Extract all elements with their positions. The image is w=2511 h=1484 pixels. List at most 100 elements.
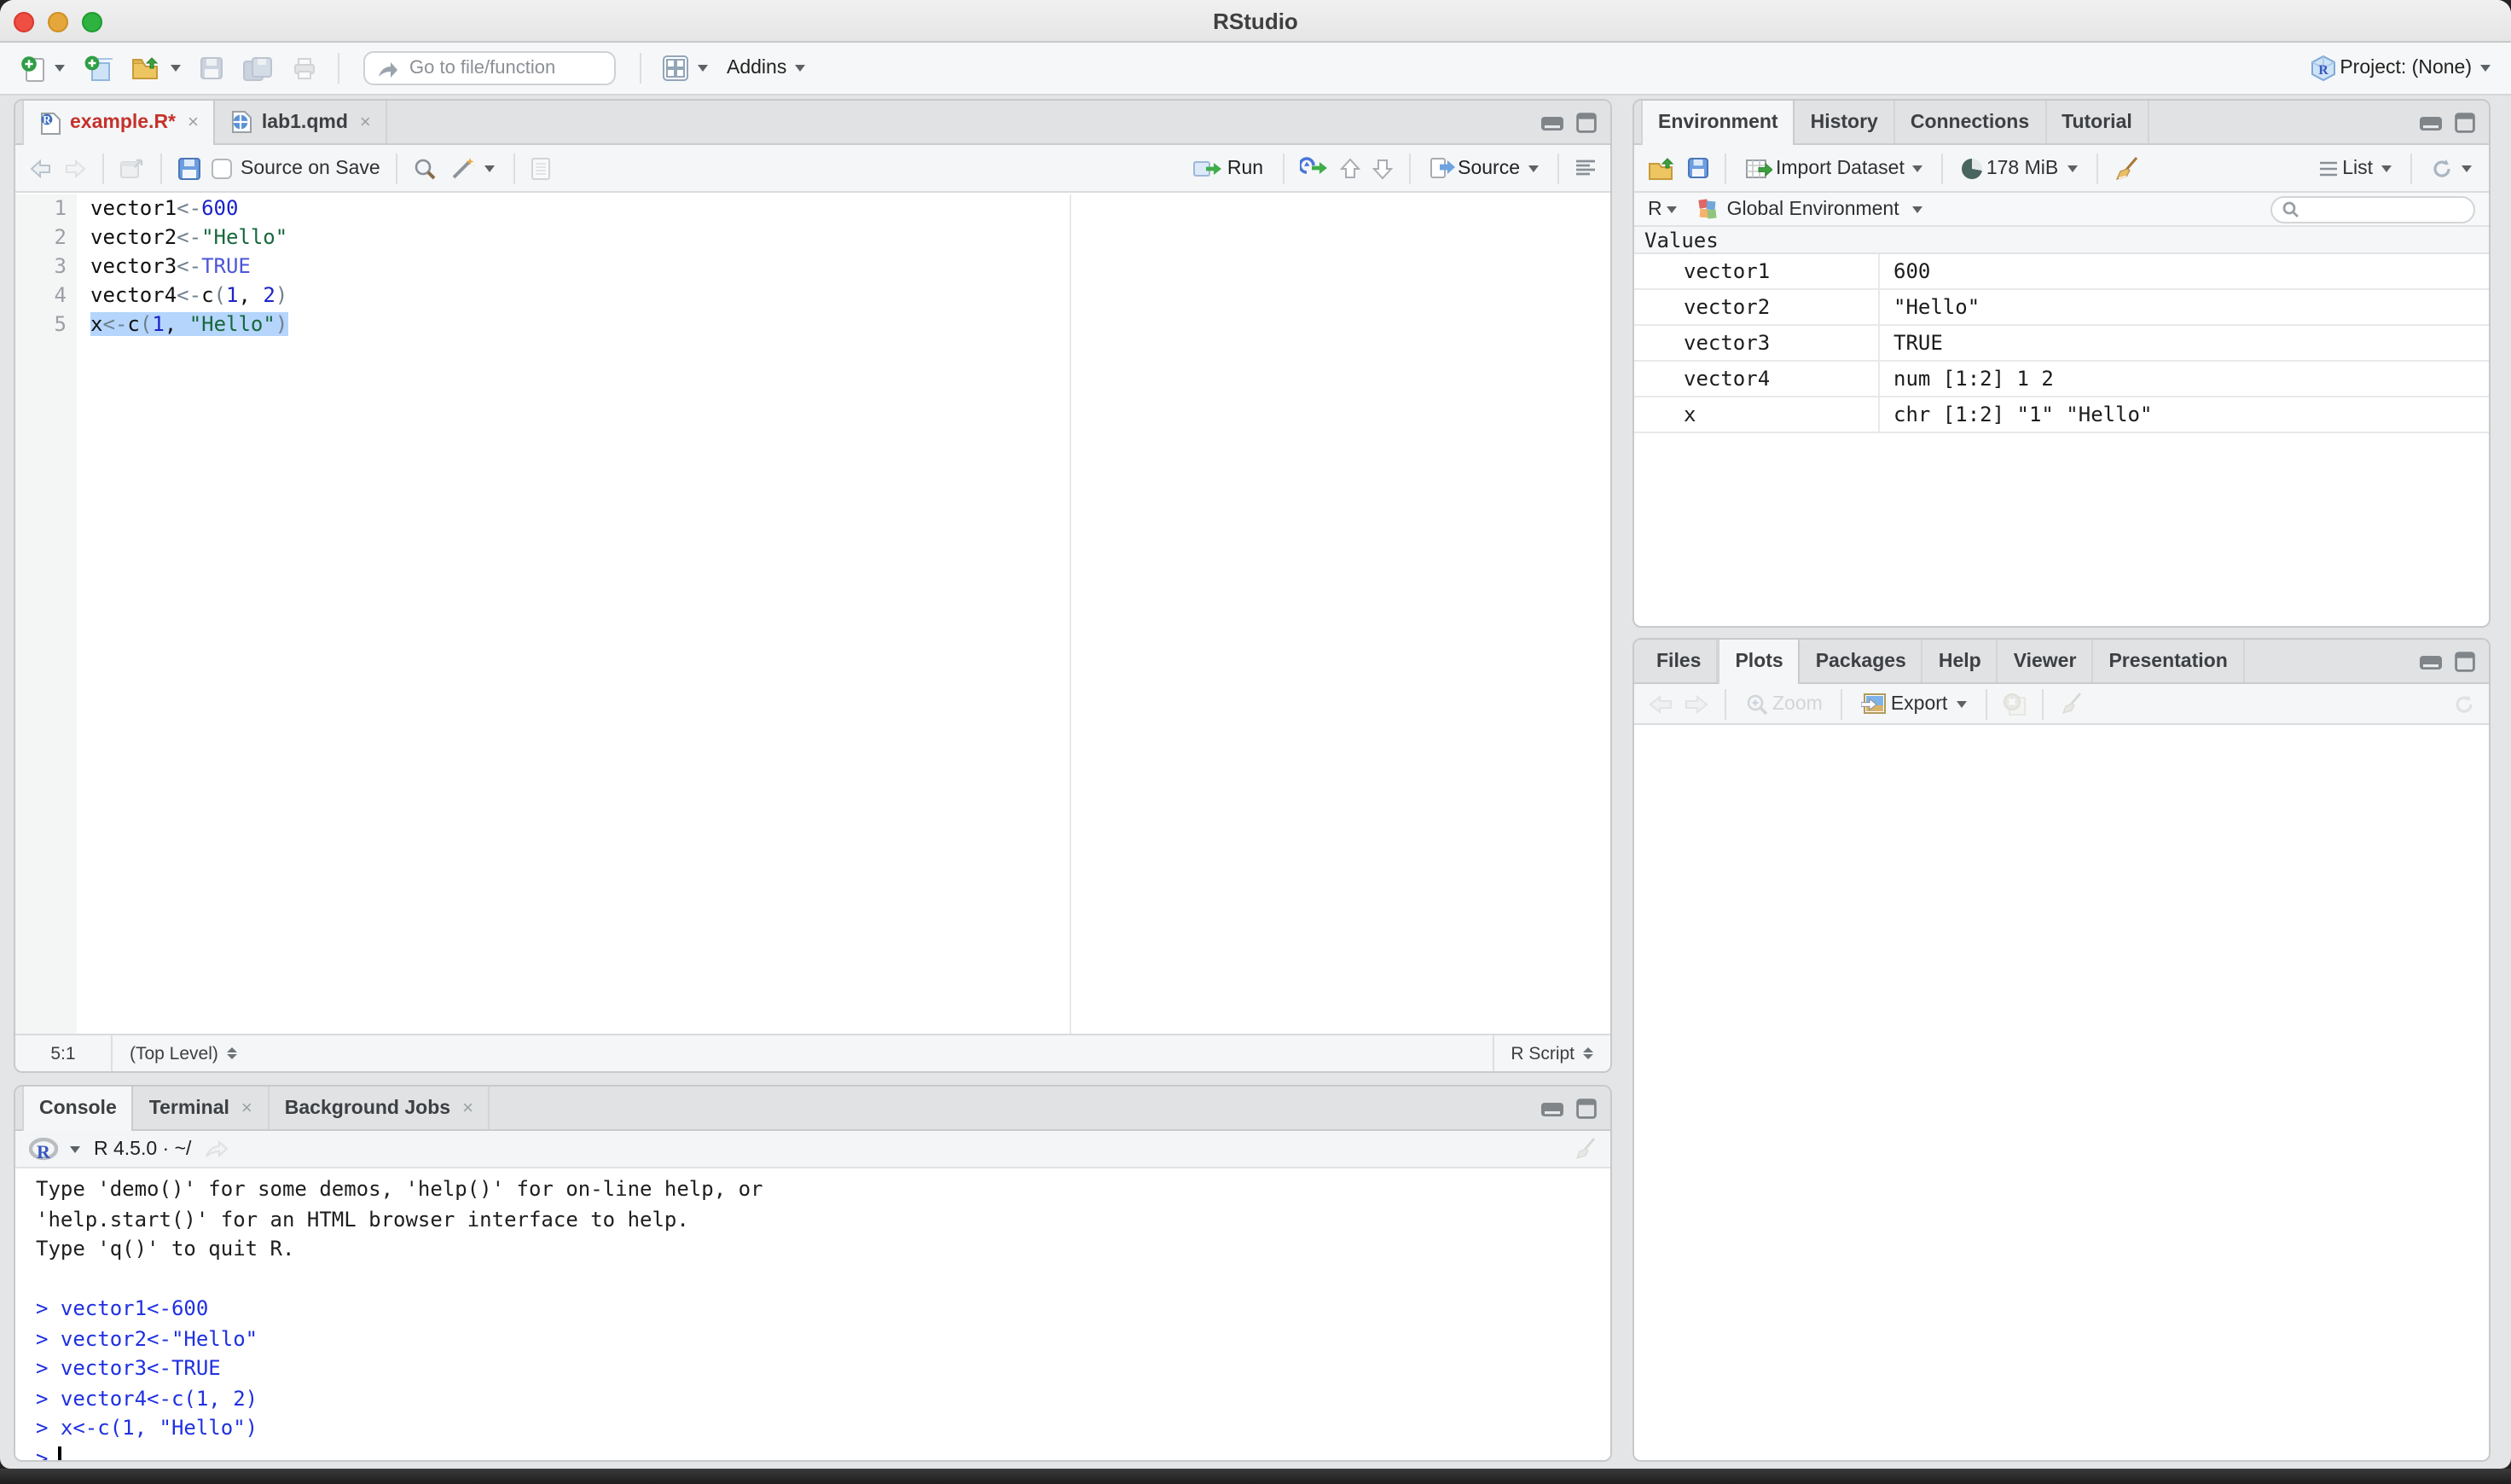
tab-console[interactable]: Console: [22, 1087, 134, 1131]
code-editor[interactable]: 1 2 3 4 5 vector1<-600 vector2<-"Hello" …: [15, 194, 1610, 1034]
environment-toolbar: Import Dataset 178 MiB List: [1634, 145, 2489, 193]
tab-tutorial[interactable]: Tutorial: [2046, 101, 2149, 143]
plots-toolbar: Zoom Export: [1634, 684, 2489, 725]
run-label: Run: [1227, 158, 1263, 178]
goto-file-input[interactable]: [409, 58, 580, 78]
tab-help[interactable]: Help: [1923, 640, 1998, 682]
memory-caret-icon: [2067, 165, 2077, 171]
language-selector[interactable]: R: [1648, 199, 1678, 219]
scope-stepper-icon: [227, 1047, 237, 1060]
tab-files[interactable]: Files: [1641, 640, 1718, 682]
source-caret-icon: [1528, 165, 1539, 171]
environment-variables-table: vector1 600 vector2 "Hello" vector3 TRUE…: [1634, 254, 2489, 433]
document-outline-icon[interactable]: [1574, 159, 1597, 177]
load-workspace-icon[interactable]: [1648, 156, 1677, 180]
open-file-button[interactable]: [128, 52, 184, 84]
r-logo-icon: R: [29, 1137, 58, 1161]
save-icon: [200, 56, 223, 80]
clear-console-broom-icon[interactable]: [1573, 1136, 1597, 1162]
tab-label: History: [1811, 112, 1878, 132]
source-button[interactable]: Source: [1425, 154, 1542, 183]
memory-usage-button[interactable]: 178 MiB: [1959, 154, 2080, 182]
code-tools-button[interactable]: [447, 152, 498, 184]
toolbar-separator: [513, 153, 515, 183]
tab-label: Presentation: [2108, 651, 2227, 671]
source-on-save-control[interactable]: Source on Save: [212, 158, 380, 178]
scope-selector[interactable]: (Top Level): [113, 1043, 237, 1064]
export-plot-button[interactable]: Export: [1859, 689, 1970, 718]
console-body[interactable]: Type 'demo()' for some demos, 'help()' f…: [15, 1170, 1610, 1460]
new-project-button[interactable]: [80, 50, 116, 86]
tab-plots[interactable]: Plots: [1718, 640, 1800, 684]
list-view-caret-icon: [2381, 165, 2392, 171]
back-icon[interactable]: [29, 158, 53, 178]
toolbar-separator: [1841, 688, 1843, 719]
environment-selector[interactable]: Global Environment: [1696, 198, 1923, 220]
tab-example-r[interactable]: R example.R* ×: [22, 101, 216, 145]
rerun-icon[interactable]: [1299, 157, 1328, 179]
memory-usage-label: 178 MiB: [1986, 158, 2058, 178]
maximize-pane-icon[interactable]: [2455, 113, 2475, 133]
code-lines[interactable]: vector1<-600 vector2<-"Hello" vector3<-T…: [77, 194, 1610, 339]
variable-row[interactable]: vector4 num [1:2] 1 2: [1634, 362, 2489, 397]
find-replace-icon[interactable]: [413, 156, 437, 180]
variable-row[interactable]: vector3 TRUE: [1634, 326, 2489, 362]
import-dataset-button[interactable]: Import Dataset: [1742, 153, 1927, 183]
console-prompt-line[interactable]: >: [36, 1444, 1610, 1460]
tab-terminal[interactable]: Terminal ×: [134, 1087, 270, 1129]
run-button[interactable]: Run: [1190, 154, 1267, 182]
variable-row[interactable]: vector1 600: [1634, 254, 2489, 290]
tab-connections[interactable]: Connections: [1895, 101, 2046, 143]
environment-search-input[interactable]: [2306, 199, 2460, 219]
run-icon: [1193, 158, 1224, 178]
tab-label: Files: [1656, 651, 1701, 671]
rstudio-window: RStudio: [0, 0, 2511, 1469]
source-up-icon[interactable]: [1338, 156, 1360, 180]
maximize-pane-icon[interactable]: [1576, 1099, 1597, 1119]
editor-gutter: 1 2 3 4 5: [15, 194, 77, 1034]
file-type-selector[interactable]: R Script: [1493, 1043, 1610, 1064]
addins-button[interactable]: Addins: [723, 55, 809, 82]
plots-tabbar: Files Plots Packages Help Viewer Present…: [1634, 640, 2489, 684]
tab-label: Console: [39, 1099, 117, 1119]
minimize-pane-icon[interactable]: [1540, 115, 1564, 130]
source-down-icon[interactable]: [1371, 156, 1393, 180]
source-on-save-checkbox[interactable]: [212, 158, 232, 178]
save-source-icon[interactable]: [177, 156, 201, 180]
values-section-header: Values: [1634, 227, 2489, 254]
goto-file-box[interactable]: [363, 51, 616, 85]
tab-lab1-qmd[interactable]: lab1.qmd ×: [216, 101, 388, 143]
console-line: > vector2<-"Hello": [36, 1325, 1610, 1354]
maximize-pane-icon[interactable]: [2455, 652, 2475, 672]
environment-search-box[interactable]: [2270, 195, 2475, 223]
clear-environment-broom-icon[interactable]: [2113, 154, 2138, 182]
panes-caret-icon: [698, 65, 708, 72]
close-tab-icon[interactable]: ×: [241, 1098, 252, 1118]
tab-presentation[interactable]: Presentation: [2093, 640, 2244, 682]
close-tab-icon[interactable]: ×: [462, 1098, 473, 1118]
console-line: [36, 1265, 1610, 1295]
minimize-pane-icon[interactable]: [2419, 654, 2443, 670]
tab-viewer[interactable]: Viewer: [1998, 640, 2094, 682]
save-workspace-icon[interactable]: [1687, 157, 1709, 179]
variable-row[interactable]: vector2 "Hello": [1634, 290, 2489, 326]
close-tab-icon[interactable]: ×: [188, 113, 199, 133]
open-in-new-window-icon[interactable]: [119, 157, 145, 179]
new-file-button[interactable]: [17, 50, 68, 86]
maximize-pane-icon[interactable]: [1576, 113, 1597, 133]
close-tab-icon[interactable]: ×: [360, 112, 371, 132]
minimize-pane-icon[interactable]: [1540, 1101, 1564, 1116]
tab-environment[interactable]: Environment: [1641, 101, 1795, 145]
tab-background-jobs[interactable]: Background Jobs ×: [270, 1087, 490, 1129]
project-menu-button[interactable]: R Project: (None): [2305, 50, 2494, 86]
toolbar-separator: [2041, 688, 2043, 719]
refresh-environment-button[interactable]: [2427, 154, 2475, 183]
minimize-pane-icon[interactable]: [2419, 115, 2443, 130]
workspace-panes-button[interactable]: [658, 51, 711, 85]
list-view-button[interactable]: List: [2315, 154, 2395, 182]
cursor-position: 5:1: [15, 1043, 111, 1064]
tab-packages[interactable]: Packages: [1801, 640, 1923, 682]
r-version-caret-icon[interactable]: [70, 1145, 80, 1152]
tab-history[interactable]: History: [1795, 101, 1895, 143]
variable-row[interactable]: x chr [1:2] "1" "Hello": [1634, 397, 2489, 433]
